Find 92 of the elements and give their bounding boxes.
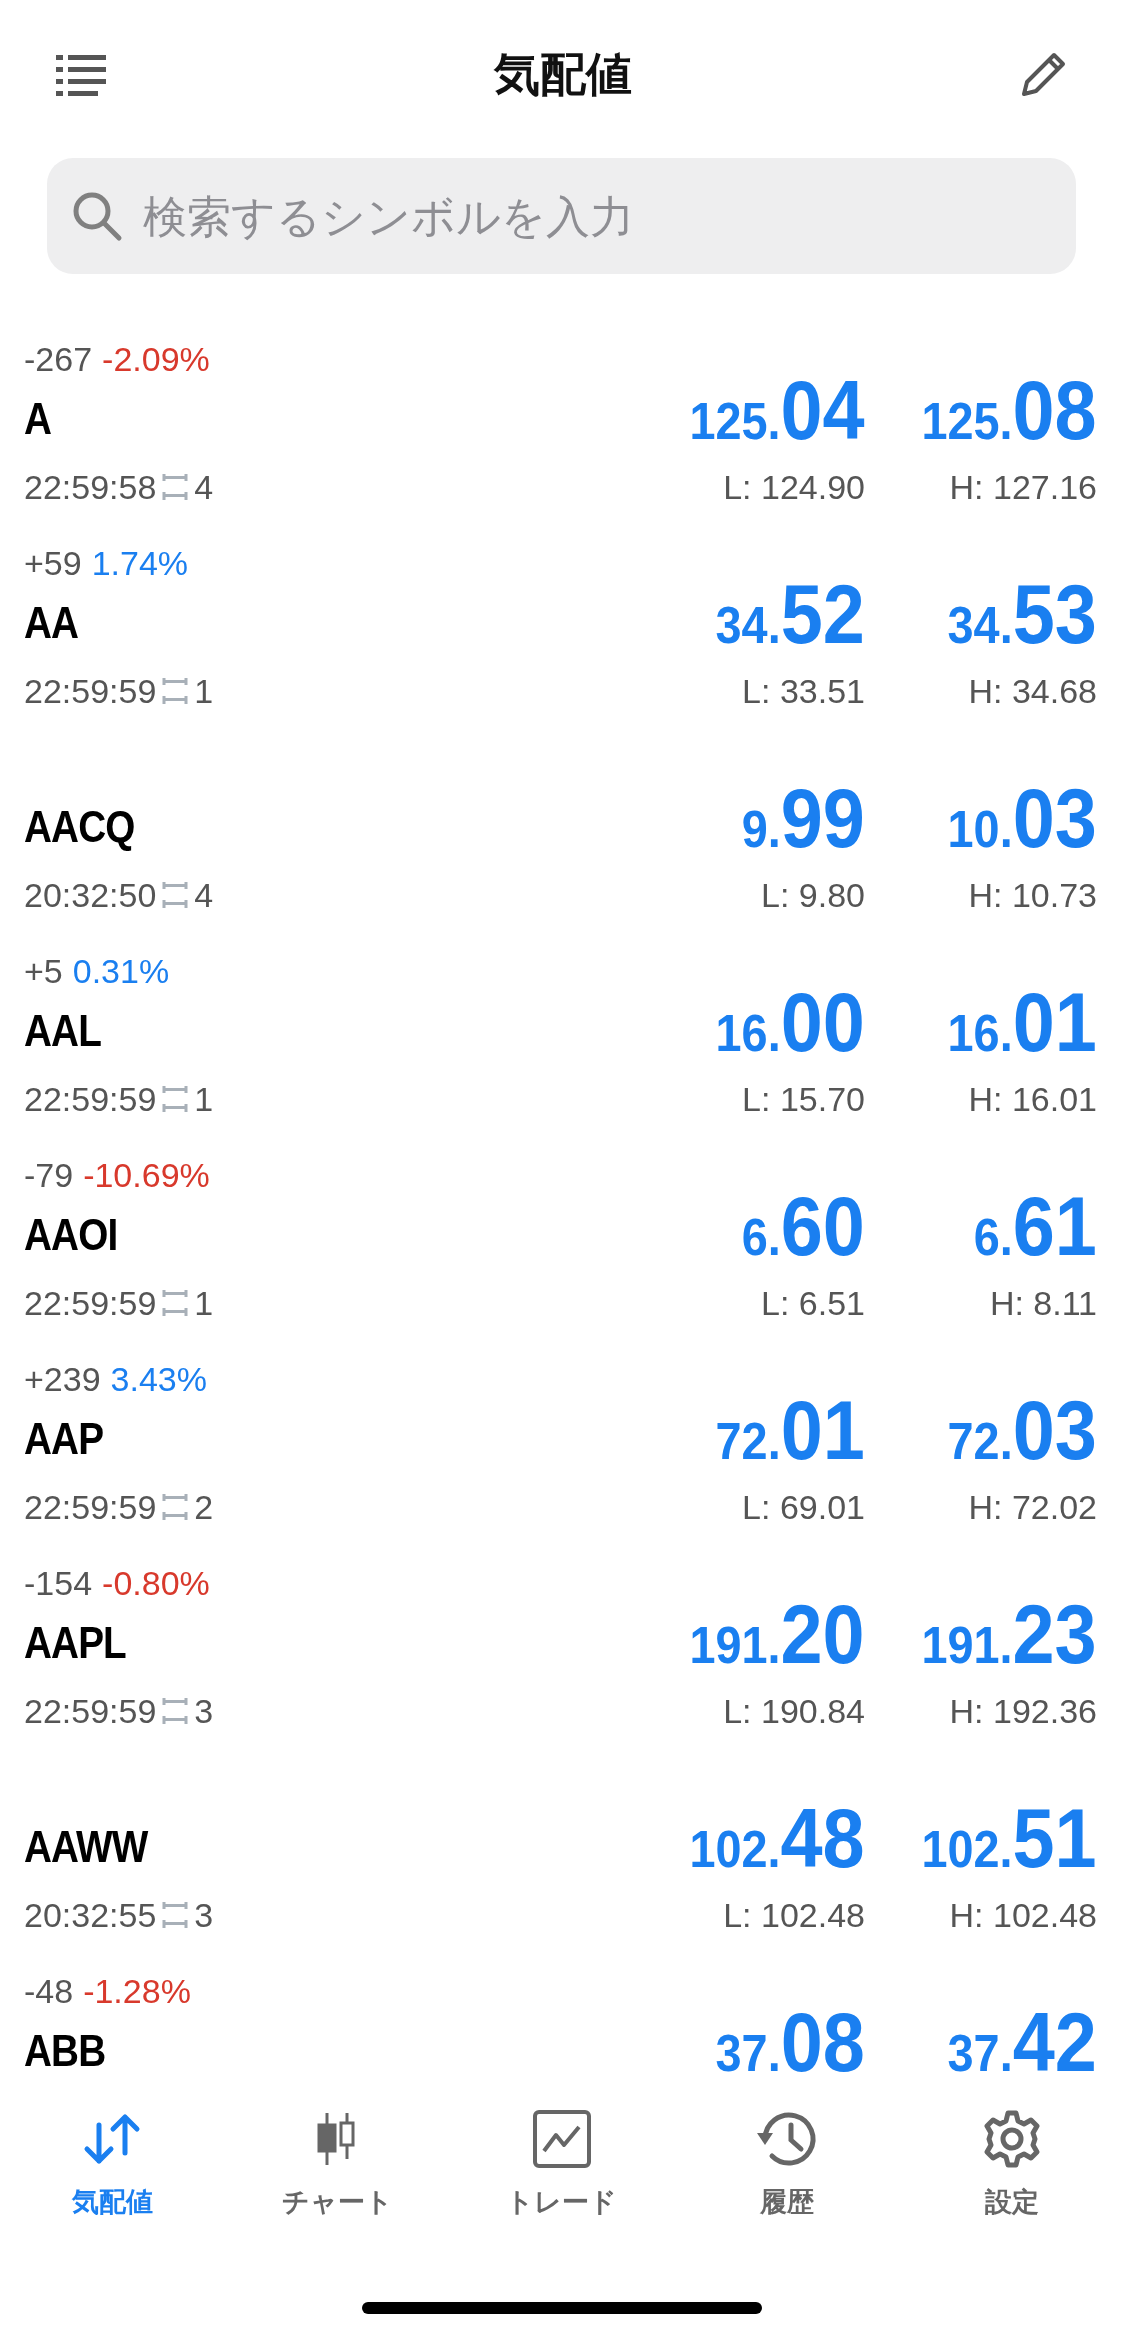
change-percent: 1.74% — [91, 543, 189, 583]
ask-price[interactable]: 72.03 — [947, 1375, 1097, 1485]
line-chart-icon — [532, 2109, 592, 2169]
bid-price[interactable]: 34.52 — [715, 559, 865, 669]
bid-price[interactable]: 102.48 — [689, 1783, 865, 1893]
spread-icon — [162, 473, 189, 501]
ask-price[interactable]: 125.08 — [921, 355, 1097, 465]
symbol-name[interactable]: AAP — [24, 1414, 104, 1464]
ask-price[interactable]: 191.23 — [921, 1579, 1097, 1689]
search-icon — [71, 190, 123, 242]
bid-price[interactable]: 9.99 — [741, 763, 865, 873]
screen-title: 気配値 — [494, 47, 632, 102]
low-price: L: 190.84 — [723, 1691, 865, 1732]
high-price: H: 8.11 — [989, 1283, 1097, 1324]
spread-icon — [162, 1901, 189, 1929]
high-price: H: 10.73 — [968, 875, 1097, 916]
ask-price[interactable]: 16.01 — [947, 967, 1097, 1077]
low-price: L: 69.01 — [742, 1487, 865, 1528]
quote-time: 22:59:59 — [24, 1283, 157, 1323]
bid-price[interactable]: 72.01 — [715, 1375, 865, 1485]
quote-time: 20:32:50 — [24, 875, 157, 915]
low-price: L: 15.70 — [742, 1079, 865, 1120]
tab-button[interactable]: チャート — [224, 2100, 450, 2228]
change-percent: -2.09% — [102, 339, 210, 379]
spread-icon — [162, 677, 189, 705]
high-price: H: 127.16 — [949, 467, 1097, 508]
spread-icon — [162, 1289, 189, 1317]
spread-icon — [162, 1697, 189, 1725]
symbol-name[interactable]: AA — [24, 598, 79, 648]
low-price: L: 6.51 — [761, 1283, 865, 1324]
ask-price[interactable]: 102.51 — [921, 1783, 1097, 1893]
change-value: -48 — [24, 1971, 74, 2011]
spread-icon — [162, 881, 189, 909]
spread-value: 1 — [194, 1079, 214, 1119]
change-value: +239 — [24, 1359, 101, 1399]
tab-button[interactable]: 履歴 — [674, 2100, 900, 2228]
low-price: L: 124.90 — [723, 467, 865, 508]
symbol-name[interactable]: AAOI — [24, 1210, 118, 1260]
quote-time: 22:59:58 — [24, 467, 157, 507]
change-value: +5 — [24, 951, 63, 991]
high-price: H: 192.36 — [949, 1691, 1097, 1732]
change-value: -79 — [24, 1155, 74, 1195]
ask-price[interactable]: 37.42 — [947, 1987, 1097, 2080]
history-icon — [754, 2109, 819, 2169]
change-value: -154 — [24, 1563, 93, 1603]
spread-value: 2 — [194, 1487, 214, 1527]
change-percent: -0.80% — [102, 1563, 210, 1603]
ask-price[interactable]: 34.53 — [947, 559, 1097, 669]
quote-time: 22:59:59 — [24, 671, 157, 711]
tab-button[interactable]: トレード — [449, 2100, 675, 2228]
spread-value: 4 — [194, 875, 214, 915]
spread-value: 3 — [194, 1691, 214, 1731]
quote-time: 22:59:59 — [24, 1079, 157, 1119]
symbol-name[interactable]: ABB — [24, 2026, 106, 2076]
spread-value: 1 — [194, 671, 214, 711]
spread-value: 3 — [194, 1895, 214, 1935]
high-price: H: 16.01 — [968, 1079, 1097, 1120]
ask-price[interactable]: 10.03 — [947, 763, 1097, 873]
spread-icon — [162, 1493, 189, 1521]
spread-value: 1 — [194, 1283, 214, 1323]
spread-icon — [162, 1085, 189, 1113]
high-price: H: 34.68 — [968, 671, 1097, 712]
low-price: L: 102.48 — [723, 1895, 865, 1936]
change-percent: -10.69% — [83, 1155, 210, 1195]
quote-time: 22:59:59 — [24, 1691, 157, 1731]
symbol-name[interactable]: AACQ — [24, 802, 135, 852]
symbol-name[interactable]: AAPL — [24, 1618, 126, 1668]
bid-price[interactable]: 6.60 — [741, 1171, 865, 1281]
bid-price[interactable]: 125.04 — [689, 355, 865, 465]
symbol-name[interactable]: A — [24, 394, 52, 444]
bid-price[interactable]: 16.00 — [715, 967, 865, 1077]
change-percent: 0.31% — [72, 951, 170, 991]
tab-button[interactable]: 気配値 — [0, 2100, 225, 2228]
quote-time: 20:32:55 — [24, 1895, 157, 1935]
spread-value: 4 — [194, 467, 214, 507]
symbol-name[interactable]: AAWW — [24, 1822, 148, 1872]
bid-price[interactable]: 37.08 — [715, 1987, 865, 2080]
ask-price[interactable]: 6.61 — [973, 1171, 1097, 1281]
tab-button[interactable]: 設定 — [899, 2100, 1124, 2228]
quote-time: 22:59:59 — [24, 1487, 157, 1527]
symbol-name[interactable]: AAL — [24, 1006, 101, 1056]
high-price: H: 72.02 — [968, 1487, 1097, 1528]
low-price: L: 9.80 — [761, 875, 865, 916]
search-field[interactable]: 検索するシンボルを入力 — [47, 158, 1076, 274]
list-icon[interactable] — [56, 53, 108, 97]
bid-price[interactable]: 191.20 — [689, 1579, 865, 1689]
high-price: H: 102.48 — [949, 1895, 1097, 1936]
change-value: +59 — [24, 543, 82, 583]
change-percent: -1.28% — [83, 1971, 191, 2011]
change-percent: 3.43% — [110, 1359, 207, 1399]
change-value: -267 — [24, 339, 93, 379]
low-price: L: 33.51 — [742, 671, 865, 712]
